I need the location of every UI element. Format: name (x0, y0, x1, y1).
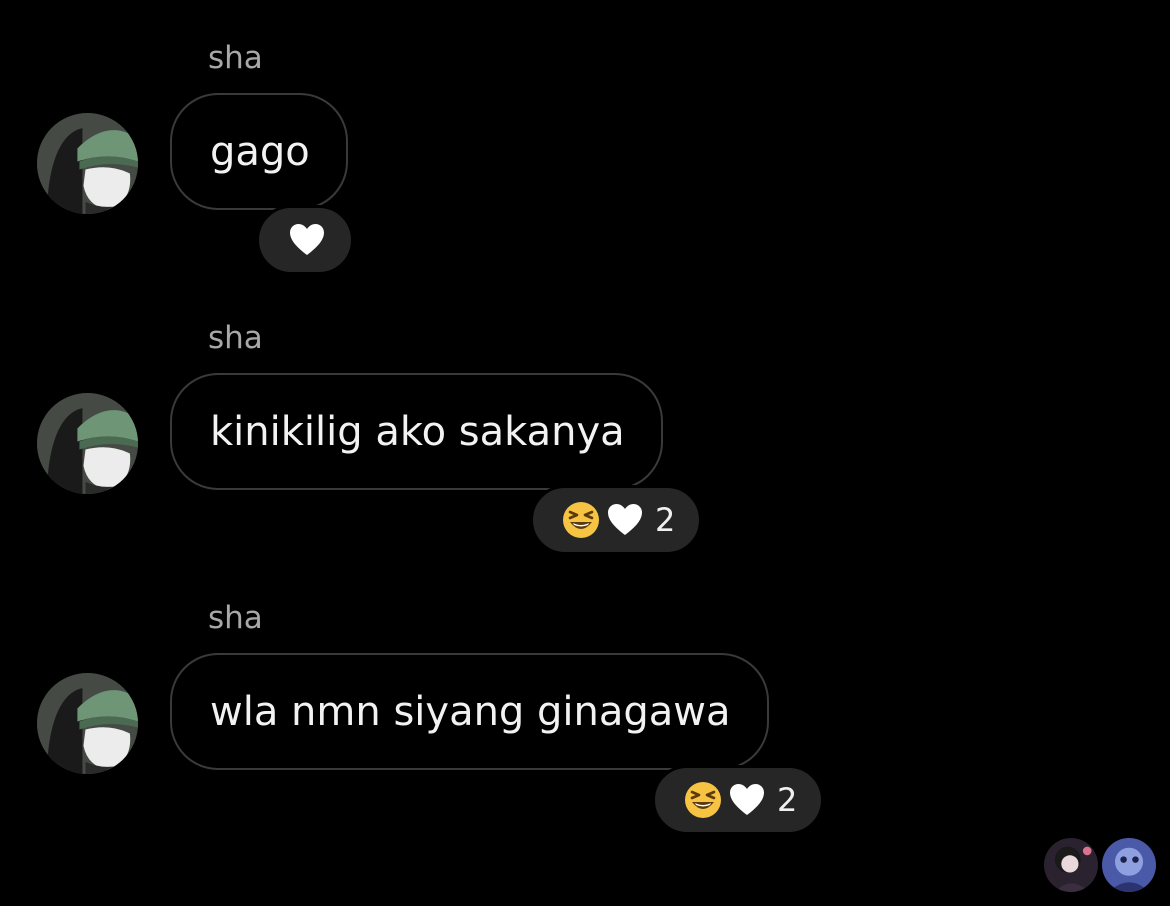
white-heart-icon (290, 224, 324, 255)
message-group: sha kinikilig ako sakanya 2 (0, 280, 1170, 560)
white-heart-icon (730, 784, 764, 815)
chat-thread: sha gago sha kinikilig ako sakanya 2 sha… (0, 0, 1170, 906)
sender-name: sha (208, 600, 263, 636)
reaction-pill[interactable]: 2 (652, 765, 825, 835)
sender-name: sha (208, 320, 263, 356)
message-bubble[interactable]: kinikilig ako sakanya (170, 373, 663, 490)
message-group: sha wla nmn siyang ginagawa 2 (0, 560, 1170, 840)
message-text: kinikilig ako sakanya (210, 408, 625, 455)
sender-avatar[interactable] (37, 113, 138, 214)
white-heart-icon (608, 504, 642, 535)
seen-by-row (1044, 838, 1156, 892)
message-text: gago (210, 128, 310, 175)
seen-avatar[interactable] (1044, 838, 1098, 892)
message-group: sha gago (0, 0, 1170, 280)
seen-avatar[interactable] (1102, 838, 1156, 892)
reaction-count: 2 (777, 781, 798, 819)
message-bubble[interactable]: wla nmn siyang ginagawa (170, 653, 769, 770)
reaction-pill[interactable]: 2 (530, 485, 703, 555)
sender-avatar[interactable] (37, 393, 138, 494)
laughing-face-icon (563, 502, 599, 538)
reaction-count: 2 (655, 501, 676, 539)
sender-name: sha (208, 40, 263, 76)
reaction-pill[interactable] (256, 205, 354, 275)
message-bubble[interactable]: gago (170, 93, 348, 210)
message-text: wla nmn siyang ginagawa (210, 688, 731, 735)
laughing-face-icon (685, 782, 721, 818)
sender-avatar[interactable] (37, 673, 138, 774)
